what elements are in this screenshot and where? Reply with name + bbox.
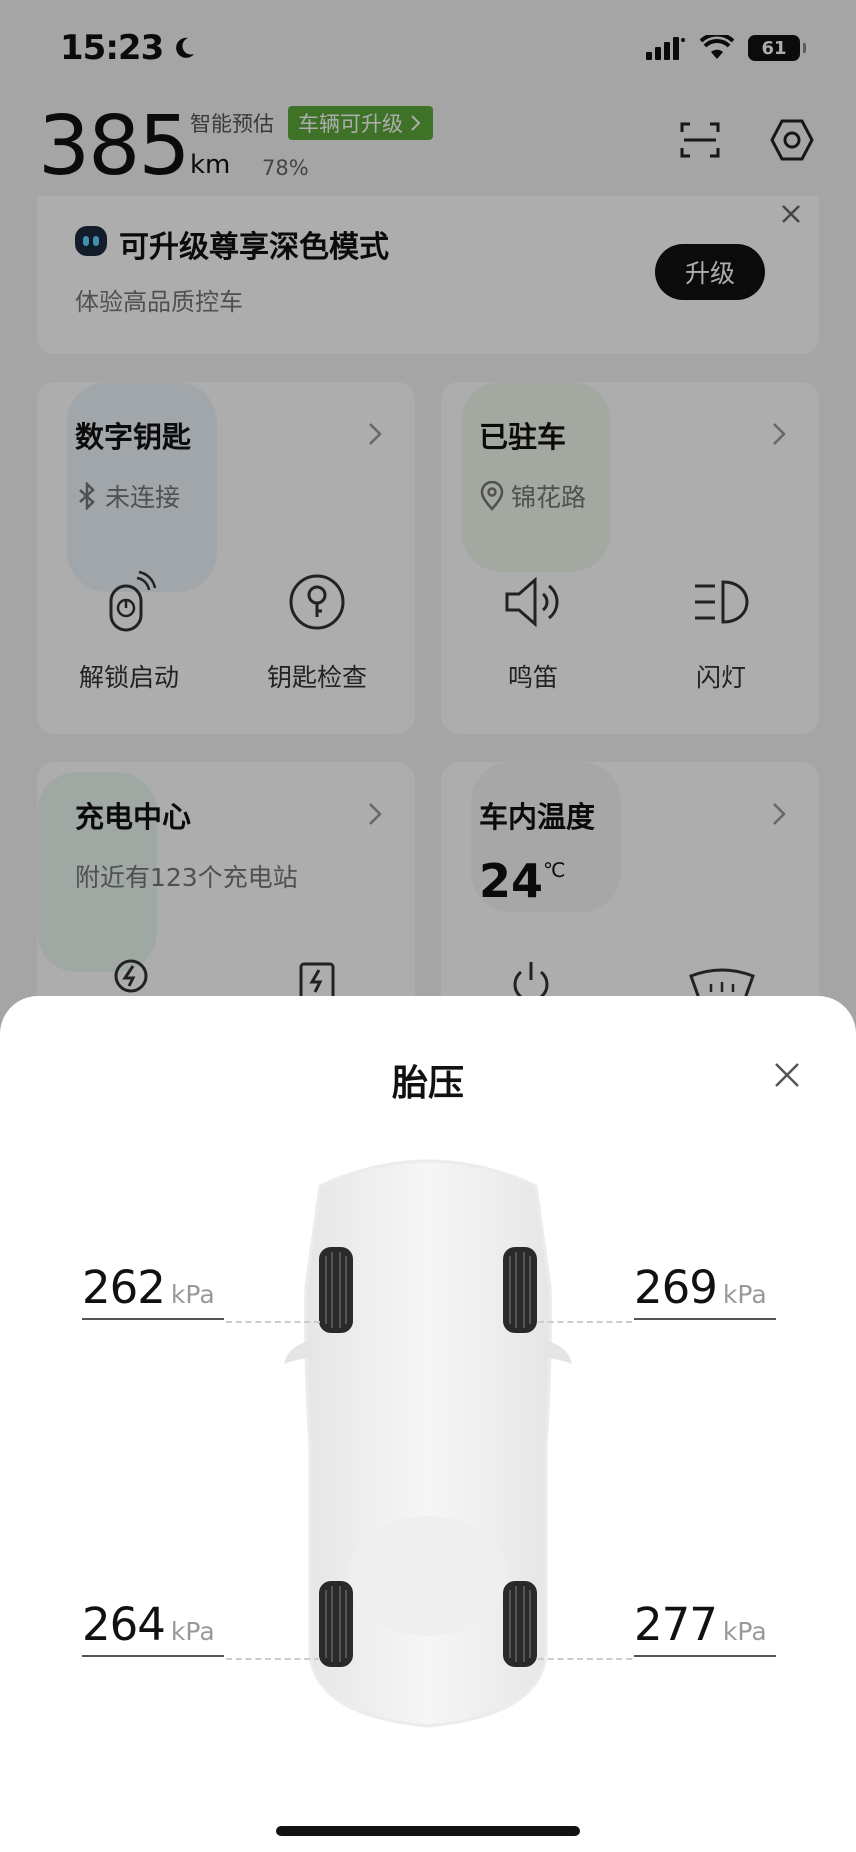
underline — [82, 1318, 224, 1320]
pressure-value: 277 — [634, 1598, 718, 1651]
tire-rear-left — [319, 1581, 353, 1667]
leader-line — [538, 1658, 632, 1660]
pressure-unit: kPa — [170, 1280, 215, 1309]
pressure-unit: kPa — [722, 1280, 767, 1309]
front-left-pressure: 262 kPa — [82, 1261, 224, 1320]
leader-line — [538, 1321, 632, 1323]
pressure-value: 262 — [82, 1261, 166, 1314]
tire-front-left — [319, 1247, 353, 1333]
pressure-unit: kPa — [722, 1617, 767, 1646]
underline — [634, 1655, 776, 1657]
underline — [634, 1318, 776, 1320]
pressure-unit: kPa — [170, 1617, 215, 1646]
car-diagram: 262 kPa 269 kPa 264 kPa 277 kPa — [0, 996, 856, 1852]
tire-rear-right — [503, 1581, 537, 1667]
rear-right-pressure: 277 kPa — [634, 1598, 776, 1657]
tire-pressure-sheet: 胎压 262 kPa 269 kPa 264 kPa 277 kPa — [0, 996, 856, 1852]
tire-front-right — [503, 1247, 537, 1333]
pressure-value: 264 — [82, 1598, 166, 1651]
rear-left-pressure: 264 kPa — [82, 1598, 224, 1657]
home-indicator[interactable] — [276, 1826, 580, 1836]
leader-line — [226, 1658, 320, 1660]
front-right-pressure: 269 kPa — [634, 1261, 776, 1320]
pressure-value: 269 — [634, 1261, 718, 1314]
leader-line — [226, 1321, 320, 1323]
underline — [82, 1655, 224, 1657]
